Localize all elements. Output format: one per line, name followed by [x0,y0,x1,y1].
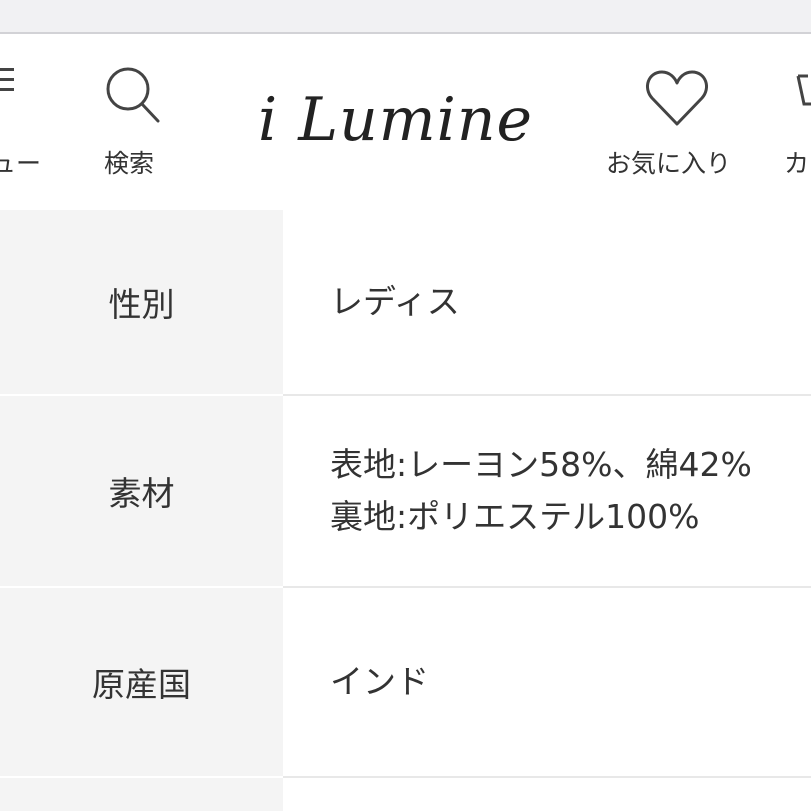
search-button[interactable]: 検索 [98,62,168,178]
spec-key: 素材 [0,396,283,586]
spec-value-line: 裏地:ポリエステル100% [330,497,700,536]
product-spec-table: 性別 レディス 素材 表地:レーヨン58%、綿42% 裏地:ポリエステル100%… [0,210,811,811]
menu-label: ニュー [0,149,42,178]
heart-icon [646,70,708,126]
browser-top-bar [0,0,811,34]
spec-value-line: インド [330,662,429,701]
site-header: ニュー 検索 i Lumine お気に入り カ [0,34,811,210]
menu-button[interactable]: ニュー [0,64,56,178]
spec-row-next [0,778,811,811]
spec-row-origin: 原産国 インド [0,588,811,776]
cart-button[interactable]: カ [784,64,811,178]
cart-label: カ [784,149,810,178]
spec-key: 性別 [0,210,283,394]
spec-value: 表地:レーヨン58%、綿42% 裏地:ポリエステル100% [283,396,811,586]
spec-value: インド [283,588,811,776]
favorites-button[interactable]: お気に入り [600,64,750,178]
spec-key: 原産国 [0,588,283,776]
spec-value: レディス [283,210,811,394]
site-logo[interactable]: i Lumine [258,80,558,160]
spec-value-line: 表地:レーヨン58%、綿42% [330,445,752,484]
spec-row-gender: 性別 レディス [0,210,811,394]
search-label: 検索 [104,149,155,178]
spec-key-empty [0,778,283,811]
cart-icon [796,74,811,106]
spec-value-line: レディス [330,282,460,321]
spec-row-material: 素材 表地:レーヨン58%、綿42% 裏地:ポリエステル100% [0,396,811,586]
menu-icon [0,64,18,94]
favorites-label: お気に入り [606,149,732,178]
search-icon [106,67,160,123]
